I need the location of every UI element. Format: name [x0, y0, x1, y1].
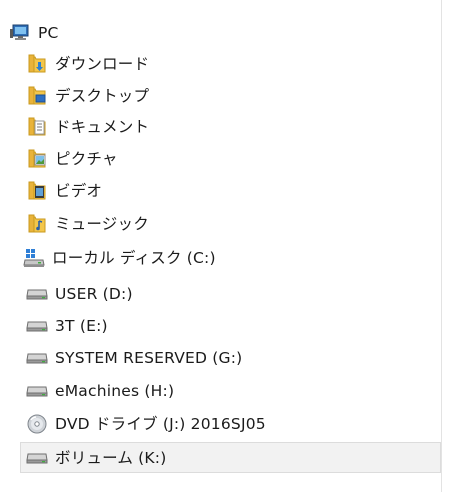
- tree-item-label: USER (D:): [55, 285, 133, 303]
- tree-item-label: PC: [38, 24, 59, 42]
- drive-icon: [25, 314, 49, 338]
- downloads-folder-icon: [25, 52, 49, 76]
- tree-item-dvd-drive-j[interactable]: DVD ドライブ (J:) 2016SJ05: [25, 410, 466, 438]
- computer-icon: [8, 21, 32, 45]
- tree-item-label: DVD ドライブ (J:) 2016SJ05: [55, 415, 266, 433]
- tree-item-emachines-h[interactable]: eMachines (H:): [25, 377, 466, 405]
- tree-item-videos[interactable]: ビデオ: [25, 177, 466, 205]
- tree-item-volume-k[interactable]: ボリューム (K:): [20, 442, 441, 473]
- pictures-folder-icon: [25, 147, 49, 171]
- tree-item-pc[interactable]: PC: [8, 19, 449, 47]
- windows-drive-icon: [22, 246, 46, 270]
- tree-item-label: SYSTEM RESERVED (G:): [55, 349, 243, 367]
- tree-item-label: ビデオ: [55, 182, 103, 200]
- music-folder-icon: [25, 212, 49, 236]
- dvd-drive-icon: [25, 412, 49, 436]
- tree-item-label: eMachines (H:): [55, 382, 175, 400]
- drive-icon: [25, 346, 49, 370]
- navigation-tree: PC ダウンロード デスクトップ ドキュメント ピクチャ ビデオ ミュージック …: [0, 0, 476, 492]
- drive-icon: [25, 282, 49, 306]
- tree-item-music[interactable]: ミュージック: [25, 210, 466, 238]
- tree-item-pictures[interactable]: ピクチャ: [25, 145, 466, 173]
- tree-item-system-reserved-g[interactable]: SYSTEM RESERVED (G:): [25, 344, 466, 372]
- tree-item-label: ダウンロード: [55, 55, 150, 73]
- tree-item-label: ドキュメント: [55, 118, 150, 136]
- documents-folder-icon: [25, 115, 49, 139]
- tree-item-3t-e[interactable]: 3T (E:): [25, 312, 466, 340]
- tree-item-label: ミュージック: [55, 215, 149, 233]
- tree-item-desktop[interactable]: デスクトップ: [25, 82, 466, 110]
- tree-item-label: 3T (E:): [55, 317, 108, 335]
- tree-item-label: ボリューム (K:): [55, 448, 167, 467]
- tree-item-label: ローカル ディスク (C:): [52, 249, 216, 267]
- drive-icon: [25, 446, 49, 470]
- videos-folder-icon: [25, 179, 49, 203]
- tree-item-local-disk-c[interactable]: ローカル ディスク (C:): [22, 244, 463, 272]
- tree-item-label: ピクチャ: [55, 150, 118, 168]
- tree-item-documents[interactable]: ドキュメント: [25, 113, 466, 141]
- drive-icon: [25, 379, 49, 403]
- tree-item-downloads[interactable]: ダウンロード: [25, 50, 466, 78]
- desktop-folder-icon: [25, 84, 49, 108]
- tree-item-label: デスクトップ: [55, 87, 150, 105]
- tree-item-user-d[interactable]: USER (D:): [25, 280, 466, 308]
